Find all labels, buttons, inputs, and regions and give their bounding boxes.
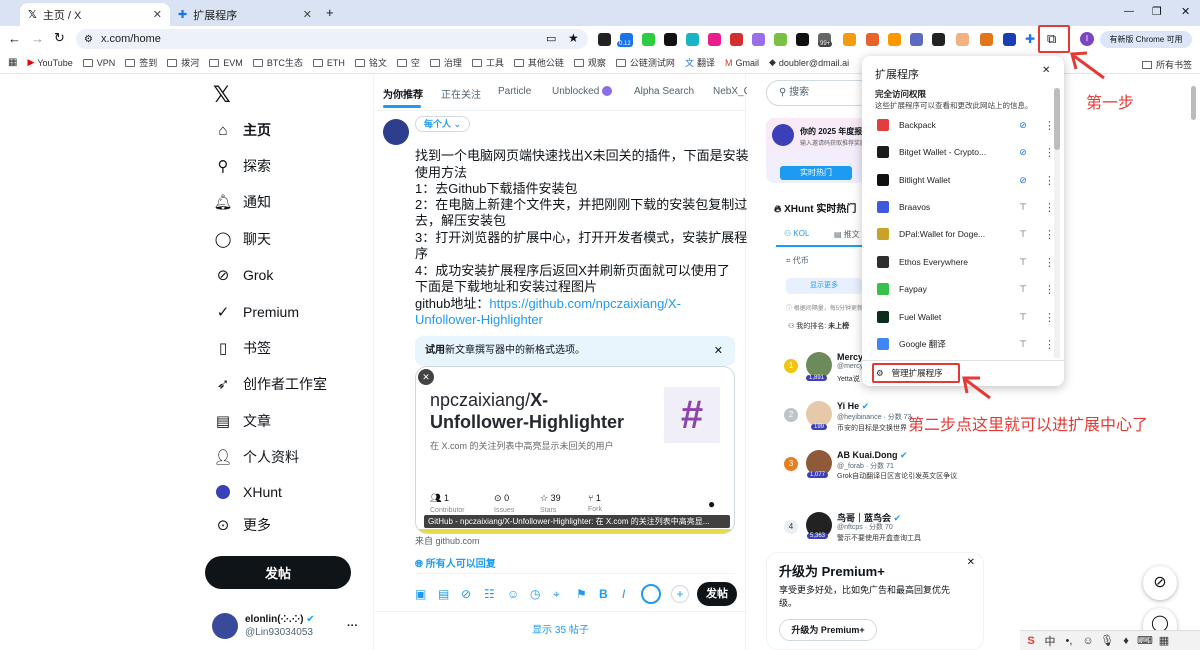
arrow-line	[965, 378, 991, 400]
skin-icon[interactable]: ♦	[1118, 635, 1134, 647]
step1-note: 第一步	[1086, 95, 1135, 112]
annotation-arrows	[962, 51, 1105, 400]
tools-icon[interactable]: ▦	[1156, 634, 1172, 647]
step2-note: 第二步点这里就可以进扩展中心了	[908, 417, 1149, 434]
punct-icon[interactable]: •,	[1061, 635, 1077, 647]
keyboard-icon[interactable]: ⌨	[1137, 634, 1153, 647]
mic-icon[interactable]: 🎙︎	[1099, 634, 1115, 647]
system-tray: S 中 •, ☺ 🎙︎ ♦ ⌨ ▦	[1020, 630, 1200, 650]
ime-icon[interactable]: S	[1023, 635, 1039, 647]
ime-mode-icon[interactable]: 中	[1042, 633, 1058, 649]
arrow-line	[1073, 54, 1105, 80]
emoji-icon[interactable]: ☺	[1080, 635, 1096, 647]
